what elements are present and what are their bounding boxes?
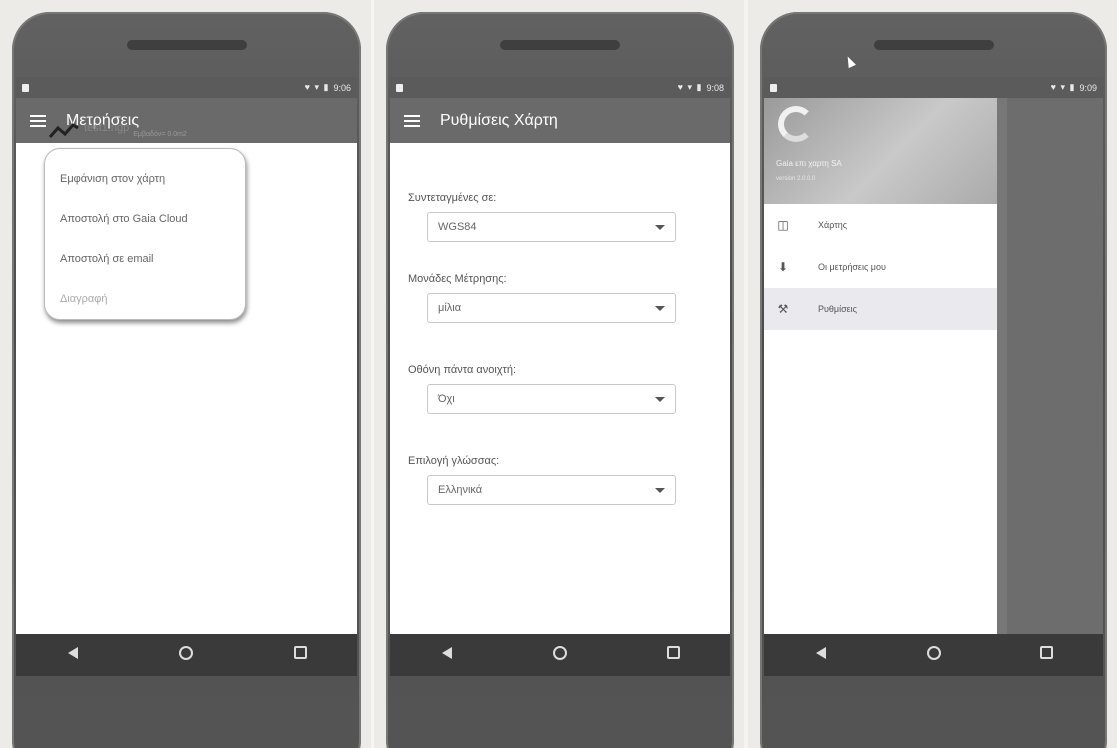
setting-label: Συντεταγμένες σε:	[408, 192, 497, 204]
measurements-icon: ⬇	[777, 260, 789, 274]
screenshot-measurements: ♥ ▾ ▮ 9:06 Μετρήσεις test1.ngp Εμβαδόν= …	[0, 0, 371, 748]
home-icon[interactable]	[171, 645, 201, 665]
drawer-item-label: Χάρτης	[818, 220, 848, 230]
select-value: Όχι	[438, 393, 455, 405]
status-icons: ♥ ▾ ▮	[304, 82, 330, 92]
menu-item-show-on-map[interactable]: Εμφάνιση στον χάρτη	[45, 159, 245, 199]
sd-card-icon	[770, 83, 777, 92]
chevron-down-icon	[655, 305, 665, 311]
file-name: test1.ngp	[84, 122, 130, 134]
status-bar: ♥ ▾ ▮ 9:06	[16, 77, 357, 98]
navigation-drawer: Gaia επι χαρτη SA version 2.0.0.0 ◫ Χάρτ…	[764, 98, 997, 634]
nav-bar	[764, 634, 1103, 676]
polyline-icon	[48, 123, 79, 138]
screen: ♥ ▾ ▮ 9:08 Ρυθμίσεις Χάρτη Συντεταγμένες…	[390, 77, 730, 634]
sd-card-icon	[22, 83, 29, 92]
chevron-down-icon	[655, 487, 665, 493]
units-select[interactable]: μίλια	[427, 293, 676, 323]
drawer-item-label: Οι μετρήσεις μου	[818, 262, 886, 272]
screenshot-navigation-drawer: ♥ ▾ ▮ 9:09 Gaia επι χαρτη SA version 2.0…	[748, 0, 1117, 748]
select-value: WGS84	[438, 221, 477, 233]
context-menu: Εμφάνιση στον χάρτη Αποστολή στο Gaia Cl…	[44, 148, 246, 320]
app-version: version 2.0.0.0	[776, 176, 816, 182]
settings-wrench-icon: ⚒	[777, 302, 789, 316]
phone-speaker	[126, 40, 247, 50]
recents-icon[interactable]	[285, 646, 315, 664]
app-bar: Ρυθμίσεις Χάρτη	[390, 98, 730, 143]
select-value: μίλια	[438, 302, 462, 314]
setting-coordinates: Συντεταγμένες σε: WGS84	[408, 192, 683, 242]
drawer-header: Gaia επι χαρτη SA version 2.0.0.0	[764, 98, 997, 204]
back-icon[interactable]	[806, 646, 836, 664]
drawer-item-label: Ρυθμίσεις	[818, 304, 858, 314]
screen: ♥ ▾ ▮ 9:06 Μετρήσεις test1.ngp Εμβαδόν= …	[16, 77, 357, 634]
nav-bar	[390, 634, 730, 676]
setting-label: Επιλογή γλώσσας:	[408, 455, 500, 467]
status-time: 9:09	[1079, 82, 1097, 93]
back-icon[interactable]	[58, 646, 88, 664]
status-time: 9:06	[333, 82, 351, 93]
map-icon: ◫	[777, 218, 789, 232]
scrim-overlay[interactable]	[1007, 98, 1103, 634]
drawer-item-measurements[interactable]: ⬇ Οι μετρήσεις μου	[764, 246, 997, 288]
home-icon[interactable]	[545, 645, 575, 665]
page-title: Ρυθμίσεις Χάρτη	[440, 111, 558, 129]
drawer-item-settings[interactable]: ⚒ Ρυθμίσεις	[764, 288, 997, 330]
chevron-down-icon	[655, 396, 665, 402]
menu-item-send-email[interactable]: Αποστολή σε email	[45, 239, 245, 279]
language-select[interactable]: Ελληνικά	[427, 475, 676, 505]
company-name: Gaia επι χαρτη SA	[776, 159, 842, 168]
status-time: 9:08	[706, 82, 724, 93]
select-value: Ελληνικά	[438, 484, 483, 496]
measurement-file-item[interactable]: test1.ngp Εμβαδόν= 0.0m2	[48, 122, 187, 140]
status-icons: ♥ ▾ ▮	[677, 82, 703, 92]
menu-icon[interactable]	[404, 114, 420, 127]
setting-label: Οθόνη πάντα ανοιχτή:	[408, 364, 517, 376]
file-area: Εμβαδόν= 0.0m2	[133, 131, 187, 138]
back-icon[interactable]	[432, 646, 462, 664]
menu-icon[interactable]	[30, 114, 46, 127]
status-bar: ♥ ▾ ▮ 9:09	[764, 77, 1103, 98]
home-icon[interactable]	[919, 645, 949, 665]
drawer-item-map[interactable]: ◫ Χάρτης	[764, 204, 997, 246]
screen-always-on-select[interactable]: Όχι	[427, 384, 676, 414]
menu-item-delete[interactable]: Διαγραφή	[45, 279, 245, 319]
setting-language: Επιλογή γλώσσας: Ελληνικά	[408, 455, 683, 505]
status-icons: ♥ ▾ ▮	[1050, 82, 1076, 92]
coordinates-select[interactable]: WGS84	[427, 212, 676, 242]
phone-speaker	[873, 40, 994, 50]
screenshot-map-settings: ♥ ▾ ▮ 9:08 Ρυθμίσεις Χάρτη Συντεταγμένες…	[374, 0, 744, 748]
recents-icon[interactable]	[1032, 646, 1062, 664]
setting-units: Μονάδες Μέτρησης: μίλια	[408, 273, 683, 323]
phone-speaker	[500, 40, 620, 50]
screen: ♥ ▾ ▮ 9:09 Gaia επι χαρτη SA version 2.0…	[764, 77, 1103, 634]
app-logo-icon	[778, 106, 814, 142]
sd-card-icon	[396, 83, 403, 92]
setting-screen-always-on: Οθόνη πάντα ανοιχτή: Όχι	[408, 364, 683, 414]
chevron-down-icon	[655, 224, 665, 230]
setting-label: Μονάδες Μέτρησης:	[408, 273, 507, 285]
menu-item-send-gaia-cloud[interactable]: Αποστολή στο Gaia Cloud	[45, 199, 245, 239]
status-bar: ♥ ▾ ▮ 9:08	[390, 77, 730, 98]
recents-icon[interactable]	[658, 646, 688, 664]
nav-bar	[16, 634, 357, 676]
